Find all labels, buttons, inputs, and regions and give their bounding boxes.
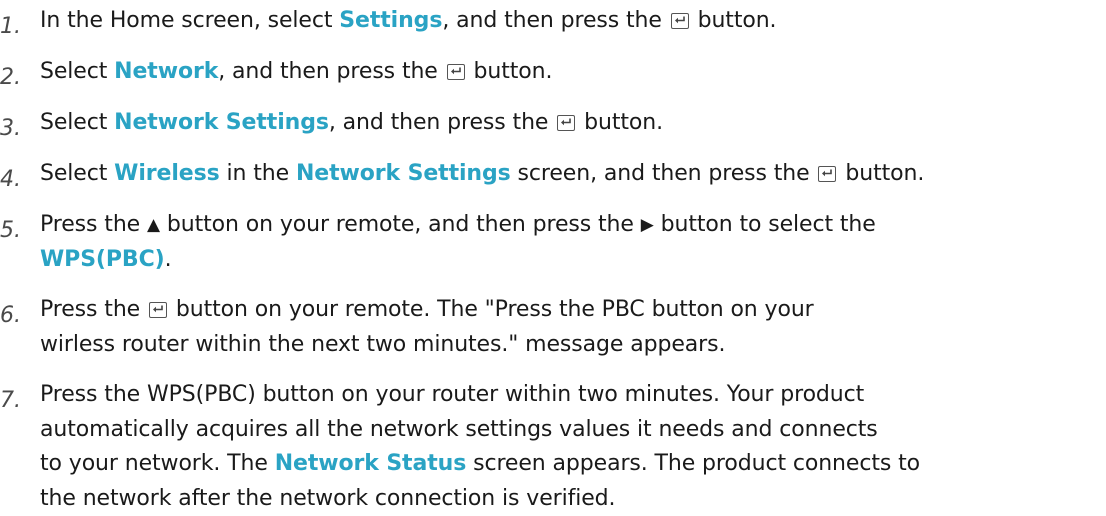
step-text-segment: Select (40, 110, 115, 135)
enter-icon (818, 166, 837, 182)
step-text-segment: to your network. The (40, 451, 275, 476)
step-number: 1. (0, 14, 21, 39)
highlighted-term: Network Settings (114, 110, 329, 135)
highlighted-term: WPS(PBC) (40, 246, 165, 272)
step-text-segment: screen appears. The product connects to (466, 451, 921, 476)
step-text-segment: button. (466, 59, 553, 84)
step-text: Select Wireless in the Network Settings … (40, 157, 1102, 192)
step-text-segment: button on your remote, and then press th… (159, 212, 641, 237)
enter-icon (149, 302, 167, 318)
step-number: 3. (0, 116, 21, 141)
step-number: 4. (0, 167, 21, 192)
step-text-segment: Press the (40, 297, 147, 322)
step-text-segment: automatically acquires all the network s… (40, 416, 878, 442)
step-text-segment: In the Home screen, select (40, 8, 340, 33)
step-number: 6. (0, 303, 21, 328)
step-text-segment: button. (690, 8, 777, 33)
step-text: In the Home screen, select Settings, and… (40, 4, 1102, 39)
step-text: Press the button on your remote. The "Pr… (40, 293, 1102, 362)
instructions-document: 1. In the Home screen, select Settings, … (0, 0, 1106, 515)
right-arrow-icon: ▶ (640, 215, 654, 235)
step-text-segment: button on your remote. The "Press the PB… (169, 297, 814, 322)
step-text-segment: the network after the network connection… (40, 485, 616, 511)
step-text-segment: , and then press the (328, 110, 556, 135)
step-text-segment: wirless router within the next two minut… (40, 331, 726, 357)
step-text: Select Network Settings, and then press … (40, 106, 1102, 141)
step-text-segment: button. (577, 110, 663, 135)
highlighted-term: Network Status (274, 451, 467, 476)
step-text-segment: button to select the (653, 212, 876, 237)
step-number: 7. (0, 388, 21, 413)
step-text-segment: , and then press the (218, 59, 445, 84)
step-text-segment: in the (219, 161, 296, 186)
enter-icon (446, 64, 465, 80)
step-text-segment: Select (40, 59, 115, 84)
step-text-segment: Press the (40, 212, 147, 237)
step-text-segment: Select (40, 161, 115, 186)
highlighted-term: Wireless (114, 161, 220, 186)
highlighted-term: Network (114, 59, 219, 84)
step-number: 5. (0, 218, 21, 243)
step-text: Press the ▲ button on your remote, and t… (40, 208, 1102, 277)
step-text-segment: , and then press the (442, 8, 669, 33)
enter-icon (670, 13, 689, 29)
enter-icon (557, 115, 576, 131)
step-text: Select Network, and then press the butto… (40, 55, 1102, 90)
step-text-segment: screen, and then press the (510, 161, 817, 186)
step-text-segment: button. (838, 161, 925, 186)
highlighted-term: Network Settings (295, 161, 511, 186)
up-arrow-icon: ▲ (147, 215, 160, 235)
step-text-segment: . (164, 246, 172, 272)
step-text-segment: Press the WPS(PBC) button on your router… (40, 382, 865, 407)
highlighted-term: Settings (339, 8, 443, 33)
step-text: Press the WPS(PBC) button on your router… (40, 378, 1102, 516)
step-number: 2. (0, 65, 21, 90)
